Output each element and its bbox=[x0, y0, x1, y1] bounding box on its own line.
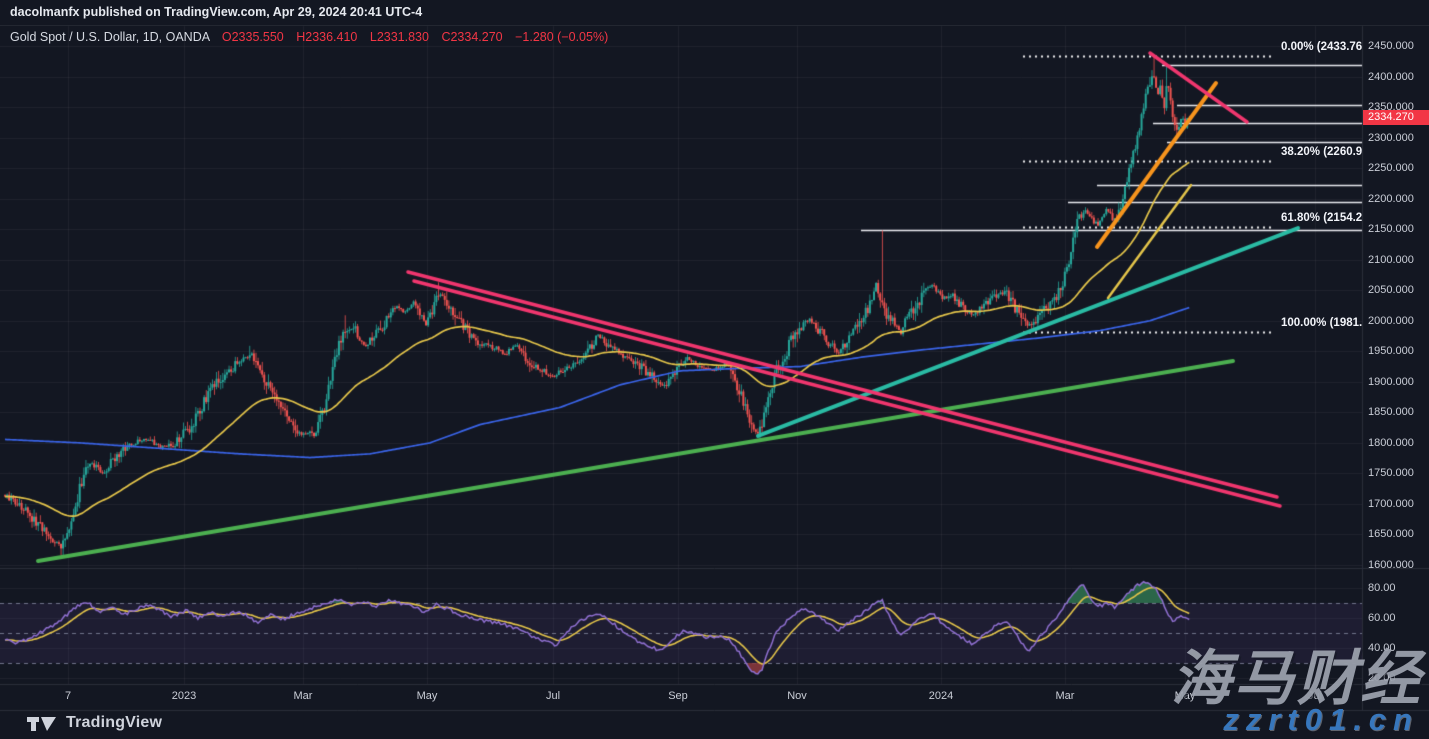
price-tick-label: 2150.000 bbox=[1368, 223, 1414, 235]
ohlc-open: O2335.550 bbox=[222, 30, 284, 44]
price-tick-label: 2300.000 bbox=[1368, 132, 1414, 144]
last-price-badge: 2334.270 bbox=[1363, 110, 1429, 125]
tradingview-link[interactable]: TradingView bbox=[27, 714, 162, 732]
price-tick-label: 1650.000 bbox=[1368, 528, 1414, 540]
tradingview-published-chart: dacolmanfx published on TradingView.com,… bbox=[0, 0, 1429, 739]
time-tick-label: Nov bbox=[787, 690, 807, 702]
price-tick-label: 2100.000 bbox=[1368, 254, 1414, 266]
ohlc-high: H2336.410 bbox=[296, 30, 357, 44]
ohlc-change: −1.280 (−0.05%) bbox=[515, 30, 608, 44]
time-tick-label: 2023 bbox=[172, 690, 196, 702]
watermark-site-url: zzrt01.cn bbox=[1223, 702, 1419, 738]
symbol-title: Gold Spot / U.S. Dollar, 1D, OANDA bbox=[10, 30, 209, 44]
fib-level-label: 100.00% (1981.410) bbox=[1281, 317, 1362, 329]
time-tick-label: 2024 bbox=[929, 690, 953, 702]
fib-retracement-labels: 0.00% (2433.765) 38.20% (2260.968) 61.80% … bbox=[0, 26, 1362, 568]
ohlc-close: C2334.270 bbox=[441, 30, 502, 44]
rsi-tick-label: 80.00 bbox=[1368, 582, 1396, 594]
time-tick-label: 7 bbox=[65, 690, 71, 702]
price-tick-label: 1900.000 bbox=[1368, 376, 1414, 388]
ohlc-low: L2331.830 bbox=[370, 30, 429, 44]
time-tick-label: Mar bbox=[294, 690, 313, 702]
price-tick-label: 2050.000 bbox=[1368, 284, 1414, 296]
published-text: dacolmanfx published on TradingView.com,… bbox=[10, 5, 422, 19]
fib-level-label: 61.80% (2154.214) bbox=[1281, 212, 1362, 224]
price-tick-label: 1600.000 bbox=[1368, 559, 1414, 571]
time-tick-label: May bbox=[417, 690, 438, 702]
published-bar: dacolmanfx published on TradingView.com,… bbox=[0, 0, 1429, 26]
price-tick-label: 1750.000 bbox=[1368, 467, 1414, 479]
price-tick-label: 1850.000 bbox=[1368, 406, 1414, 418]
price-tick-label: 1950.000 bbox=[1368, 345, 1414, 357]
rsi-tick-label: 60.00 bbox=[1368, 612, 1396, 624]
fib-level-label: 38.20% (2260.968) bbox=[1281, 146, 1362, 158]
price-tick-label: 2400.000 bbox=[1368, 71, 1414, 83]
time-tick-label: Mar bbox=[1056, 690, 1075, 702]
time-tick-label: Jul bbox=[546, 690, 560, 702]
price-tick-label: 2200.000 bbox=[1368, 193, 1414, 205]
price-tick-label: 1800.000 bbox=[1368, 437, 1414, 449]
symbol-legend[interactable]: Gold Spot / U.S. Dollar, 1D, OANDA O2335… bbox=[10, 30, 608, 44]
tradingview-brand-text: TradingView bbox=[66, 714, 162, 732]
price-tick-label: 2450.000 bbox=[1368, 40, 1414, 52]
time-tick-label: Sep bbox=[668, 690, 688, 702]
price-tick-label: 1700.000 bbox=[1368, 498, 1414, 510]
price-tick-label: 2000.000 bbox=[1368, 315, 1414, 327]
tradingview-logo-icon bbox=[27, 715, 57, 732]
fib-level-label: 0.00% (2433.765) bbox=[1281, 41, 1362, 53]
price-tick-label: 2250.000 bbox=[1368, 162, 1414, 174]
